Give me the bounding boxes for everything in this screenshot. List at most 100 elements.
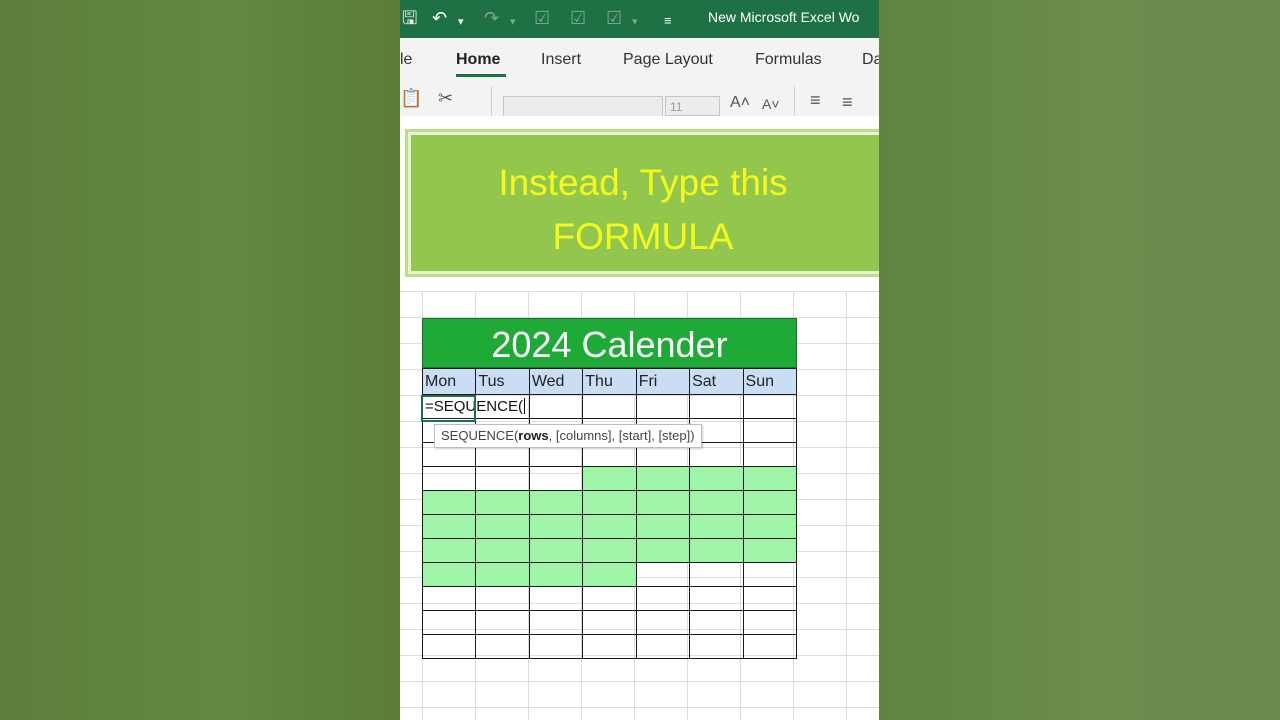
grid-cell[interactable] <box>742 562 798 587</box>
calendar-title[interactable]: 2024 Calender <box>422 318 797 368</box>
grid-cell[interactable] <box>528 634 584 659</box>
highlighted-cell[interactable] <box>582 538 637 563</box>
grid-cell[interactable] <box>475 586 530 611</box>
highlighted-cell[interactable] <box>742 466 798 491</box>
grid-cell[interactable] <box>582 394 637 419</box>
cut-icon[interactable]: ✂ <box>438 88 453 109</box>
customize-toolbar-icon[interactable]: ≡ <box>664 9 672 33</box>
redo-icon[interactable]: ↷ <box>484 6 499 30</box>
grid-cell[interactable] <box>635 394 691 419</box>
grid-cell[interactable] <box>528 586 584 611</box>
highlighted-cell[interactable] <box>689 490 744 515</box>
grid-cell[interactable] <box>582 634 637 659</box>
highlighted-cell[interactable] <box>421 562 477 587</box>
grid-cell[interactable] <box>475 634 530 659</box>
weekday-header-cell[interactable]: Tus <box>475 368 530 395</box>
grid-cell[interactable] <box>742 634 798 659</box>
active-cell[interactable]: =SEQUENCE( <box>421 394 525 419</box>
highlighted-cell[interactable] <box>689 538 744 563</box>
grid-cell[interactable] <box>635 562 691 587</box>
grid-cell[interactable] <box>742 418 798 443</box>
increase-font-icon[interactable]: A˄ <box>730 94 750 112</box>
grid-cell[interactable] <box>421 466 477 491</box>
weekday-header-cell[interactable]: Wed <box>528 368 584 395</box>
tab-page-layout[interactable]: Page Layout <box>623 51 713 69</box>
grid-cell[interactable] <box>742 394 798 419</box>
highlighted-cell[interactable] <box>742 514 798 539</box>
font-name-select[interactable] <box>503 96 663 118</box>
cell-formula-text[interactable]: =SEQUENCE( <box>425 398 525 415</box>
undo-dropdown-icon[interactable]: ▾ <box>458 10 464 34</box>
highlighted-cell[interactable] <box>528 490 584 515</box>
form-dropdown-icon[interactable]: ▾ <box>632 10 638 34</box>
highlighted-cell[interactable] <box>582 562 637 587</box>
tab-formulas[interactable]: Formulas <box>755 51 822 69</box>
redo-dropdown-icon[interactable]: ▾ <box>510 10 516 34</box>
tab-insert[interactable]: Insert <box>541 51 581 69</box>
grid-cell[interactable] <box>582 610 637 635</box>
undo-icon[interactable]: ↶ <box>432 6 447 30</box>
weekday-header-cell[interactable]: Sun <box>742 368 798 395</box>
highlighted-cell[interactable] <box>528 514 584 539</box>
highlighted-cell[interactable] <box>421 538 477 563</box>
checkbox-icon[interactable]: ☑ <box>534 6 550 30</box>
highlighted-cell[interactable] <box>582 514 637 539</box>
decrease-font-icon[interactable]: A˅ <box>762 96 780 112</box>
highlighted-cell[interactable] <box>635 466 691 491</box>
weekday-header-cell[interactable]: Thu <box>582 368 637 395</box>
grid-cell[interactable] <box>689 610 744 635</box>
align-middle-icon[interactable]: ≡ <box>842 92 853 113</box>
paste-icon[interactable]: 📋 <box>400 88 422 109</box>
grid-cell[interactable] <box>742 442 798 467</box>
calendar-table: 2024 Calender Mon Tus Wed Thu Fri Sat Sun =SEQU… <box>421 318 798 659</box>
grid-cell[interactable] <box>689 394 744 419</box>
align-top-icon[interactable]: ≡ <box>810 90 821 111</box>
grid-cell[interactable] <box>475 466 530 491</box>
highlighted-cell[interactable] <box>475 538 530 563</box>
grid-cell[interactable] <box>635 634 691 659</box>
table-row <box>421 586 798 611</box>
highlighted-cell[interactable] <box>528 538 584 563</box>
highlighted-cell[interactable] <box>742 538 798 563</box>
highlighted-cell[interactable] <box>635 514 691 539</box>
highlighted-cell[interactable] <box>742 490 798 515</box>
save-icon[interactable]: 🖫 <box>402 6 417 30</box>
form-icon[interactable]: ☑ <box>606 6 622 30</box>
highlighted-cell[interactable] <box>528 562 584 587</box>
grid-cell[interactable] <box>635 610 691 635</box>
grid-cell[interactable] <box>689 562 744 587</box>
grid-cell[interactable] <box>635 586 691 611</box>
tab-home[interactable]: Home <box>456 51 500 69</box>
weekday-header-cell[interactable]: Mon <box>421 368 477 395</box>
highlighted-cell[interactable] <box>475 562 530 587</box>
highlighted-cell[interactable] <box>421 490 477 515</box>
grid-cell[interactable] <box>582 586 637 611</box>
tab-file[interactable]: le <box>400 51 412 69</box>
tab-data[interactable]: Da <box>862 51 879 69</box>
grid-cell[interactable] <box>475 610 530 635</box>
grid-cell[interactable] <box>742 586 798 611</box>
highlighted-cell[interactable] <box>635 538 691 563</box>
grid-cell[interactable] <box>528 610 584 635</box>
grid-cell[interactable] <box>689 586 744 611</box>
weekday-header-cell[interactable]: Fri <box>635 368 691 395</box>
grid-cell[interactable] <box>528 466 584 491</box>
highlighted-cell[interactable] <box>635 490 691 515</box>
grid-cell[interactable] <box>421 634 477 659</box>
highlighted-cell[interactable] <box>582 490 637 515</box>
grid-cell[interactable] <box>528 394 584 419</box>
highlighted-cell[interactable] <box>421 514 477 539</box>
highlighted-cell[interactable] <box>689 514 744 539</box>
grid-cell[interactable] <box>421 586 477 611</box>
highlighted-cell[interactable] <box>475 490 530 515</box>
grid-cell[interactable] <box>742 610 798 635</box>
highlighted-cell[interactable] <box>582 466 637 491</box>
weekday-header-cell[interactable]: Sat <box>689 368 744 395</box>
checkbox-icon-2[interactable]: ☑ <box>570 6 586 30</box>
grid-cell[interactable] <box>689 634 744 659</box>
highlighted-cell[interactable] <box>475 514 530 539</box>
function-tooltip[interactable]: SEQUENCE(rows, [columns], [start], [step… <box>434 424 702 448</box>
grid-cell[interactable] <box>421 610 477 635</box>
highlighted-cell[interactable] <box>689 466 744 491</box>
font-size-select[interactable]: 11 <box>665 96 720 116</box>
